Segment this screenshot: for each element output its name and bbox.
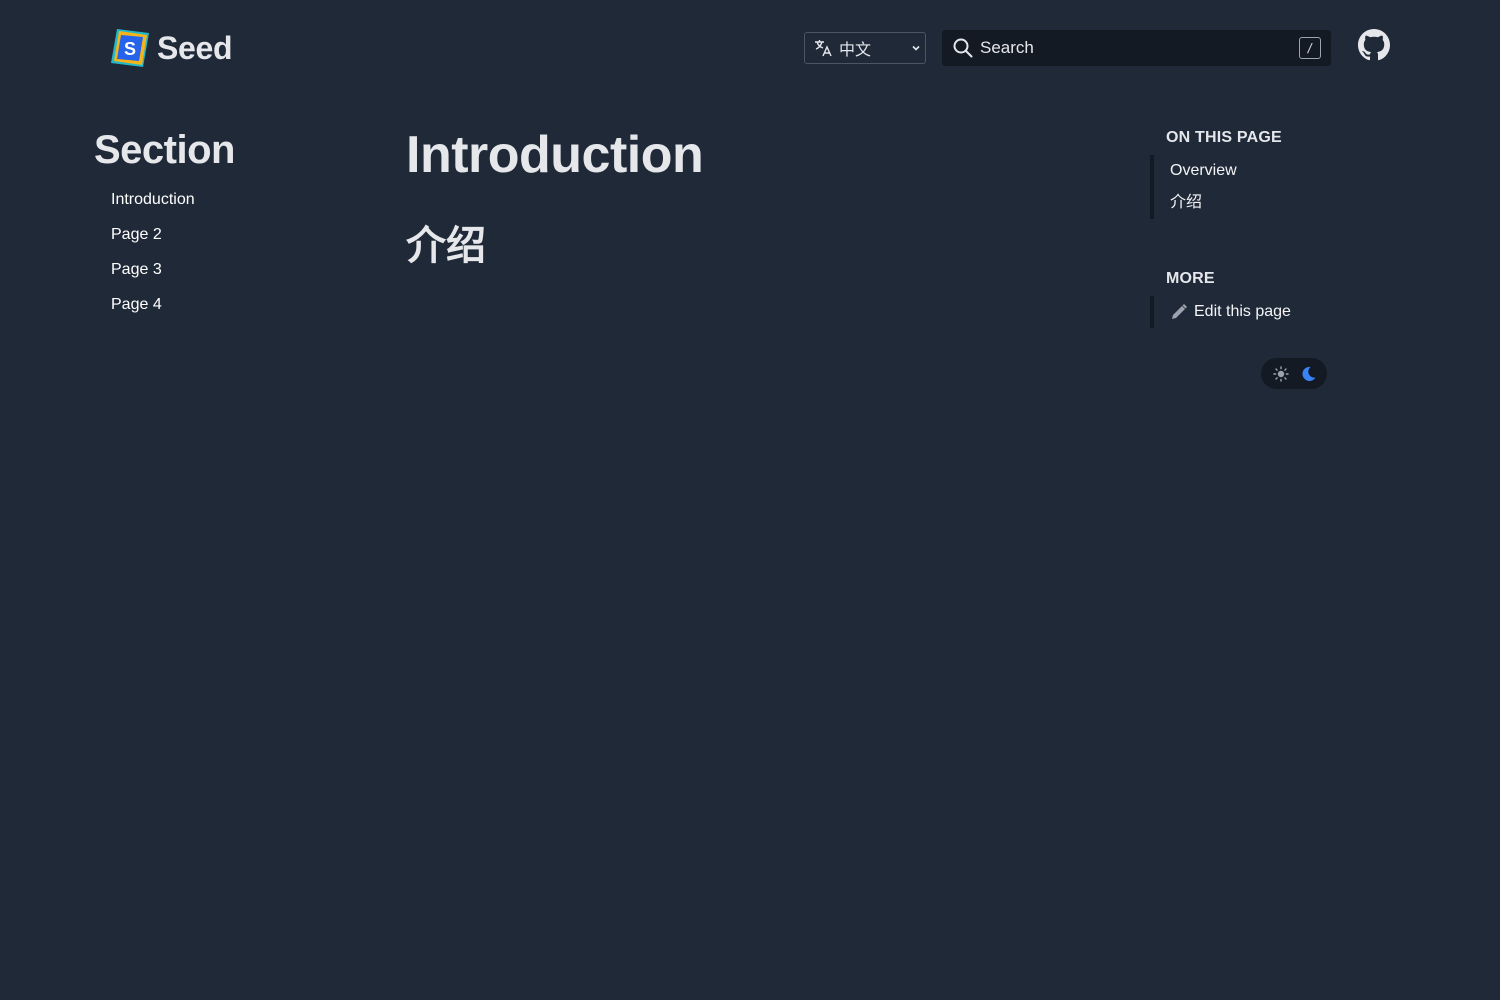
language-select[interactable]: 中文 [804,32,926,64]
theme-toggle [1261,358,1327,389]
translate-icon [815,40,832,57]
main-content: Introduction 介绍 [406,124,1106,270]
language-selected-value: 中文 [839,42,872,59]
toc-item-intro-zh[interactable]: 介绍 [1154,187,1350,219]
chevron-down-icon [912,45,920,51]
section-heading: 介绍 [406,224,486,268]
sidebar-item-page-3[interactable]: Page 3 [94,258,374,293]
brand-logo-link[interactable]: S Seed [109,27,233,69]
github-icon[interactable] [1358,29,1390,61]
search-input[interactable] [980,38,1299,58]
sidebar-title: Section [94,128,235,172]
toc-on-this-page-label: ON THIS PAGE [1166,129,1282,146]
seed-logo-icon: S [111,29,149,67]
search-box[interactable]: / [942,30,1331,66]
edit-page-label: Edit this page [1194,303,1291,320]
sidebar-list: Introduction Page 2 Page 3 Page 4 [94,188,374,328]
page-title: Introduction [406,126,704,184]
sun-icon [1272,365,1289,382]
toc-list: Overview 介绍 [1150,155,1350,219]
search-icon [953,38,973,58]
edit-page-link[interactable]: Edit this page [1154,296,1350,328]
moon-icon [1301,366,1315,381]
sidebar: Section Introduction Page 2 Page 3 Page … [94,126,374,328]
sidebar-item-introduction[interactable]: Introduction [94,188,374,223]
toc-item-overview[interactable]: Overview [1154,155,1350,187]
sidebar-item-page-4[interactable]: Page 4 [94,293,374,328]
table-of-contents: ON THIS PAGE Overview 介绍 MORE Edit this … [1150,128,1350,328]
light-mode-button[interactable] [1271,364,1291,384]
dark-mode-button[interactable] [1298,364,1318,384]
toc-more-list: Edit this page [1150,296,1350,328]
toc-more-label: MORE [1166,270,1215,287]
svg-text:S: S [124,39,136,59]
brand-name: Seed [157,29,233,66]
pencil-icon [1172,304,1187,319]
sidebar-item-page-2[interactable]: Page 2 [94,223,374,258]
search-shortcut-key: / [1299,37,1321,59]
top-header: S Seed 中文 / [0,0,1500,96]
